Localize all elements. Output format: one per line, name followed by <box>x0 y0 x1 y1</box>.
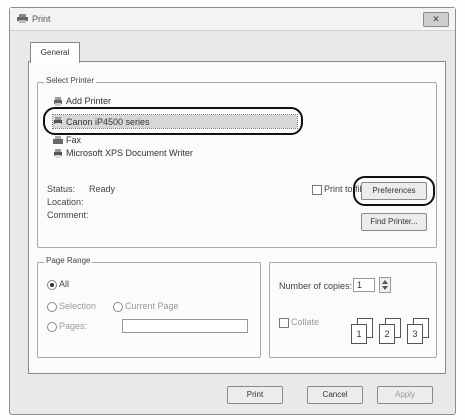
comment-label: Comment: <box>47 210 89 220</box>
apply-button[interactable]: Apply <box>377 386 433 404</box>
copies-input[interactable]: 1 <box>353 278 375 292</box>
page-range-all-radio[interactable] <box>47 280 57 290</box>
page-range-pages-radio[interactable] <box>47 322 57 332</box>
printer-name: Microsoft XPS Document Writer <box>66 148 193 158</box>
cancel-button[interactable]: Cancel <box>307 386 363 404</box>
status-label: Status: <box>47 184 76 194</box>
collate-label: Collate <box>291 317 320 327</box>
spinner-arrows-icon <box>382 280 388 290</box>
print-dialog: Print ✕ General Select Printer Add Print… <box>9 7 456 415</box>
close-icon: ✕ <box>432 14 440 24</box>
preferences-highlight <box>353 176 435 206</box>
printer-icon <box>17 14 28 25</box>
print-to-file-checkbox[interactable] <box>312 185 322 195</box>
page-range-legend: Page Range <box>44 256 93 265</box>
collate-checkbox[interactable] <box>279 318 289 328</box>
printer-name: Fax <box>66 135 82 145</box>
page-range-current-page-label: Current Page <box>125 301 179 311</box>
copies-spinner[interactable] <box>379 277 391 293</box>
page-range-selection-radio[interactable] <box>47 302 57 312</box>
title-bar: Print ✕ <box>10 8 455 31</box>
add-printer-icon <box>53 96 63 106</box>
pages-input[interactable] <box>122 319 248 333</box>
page-range-all-label: All <box>59 279 70 289</box>
page-sheet: 1 <box>351 324 367 344</box>
page-range-pages-label: Pages: <box>59 321 88 331</box>
location-label: Location: <box>47 197 84 207</box>
copies-label: Number of copies: <box>279 281 353 291</box>
printer-name: Add Printer <box>66 96 112 106</box>
status-value: Ready <box>89 184 116 194</box>
tab-general[interactable]: General <box>30 42 80 63</box>
printer-icon <box>53 148 63 158</box>
collate-pages-icon: 1 1 2 2 3 3 <box>351 314 431 344</box>
select-printer-legend: Select Printer <box>44 76 97 85</box>
page-sheet: 2 <box>379 324 395 344</box>
printer-item-fax[interactable]: Fax <box>53 135 81 145</box>
find-printer-button[interactable]: Find Printer... <box>361 213 427 231</box>
page-range-selection-label: Selection <box>59 301 97 311</box>
printer-item-add-printer[interactable]: Add Printer <box>53 96 111 106</box>
print-button[interactable]: Print <box>227 386 283 404</box>
fax-icon <box>53 135 63 145</box>
selected-printer-highlight <box>43 107 303 135</box>
page-sheet: 3 <box>407 324 423 344</box>
close-button[interactable]: ✕ <box>423 12 449 27</box>
page-range-current-page-radio[interactable] <box>113 302 123 312</box>
window-title: Print <box>32 14 51 24</box>
printer-item-xps[interactable]: Microsoft XPS Document Writer <box>53 148 193 158</box>
general-panel: Select Printer Add Printer Canon iP4500 … <box>28 61 446 374</box>
